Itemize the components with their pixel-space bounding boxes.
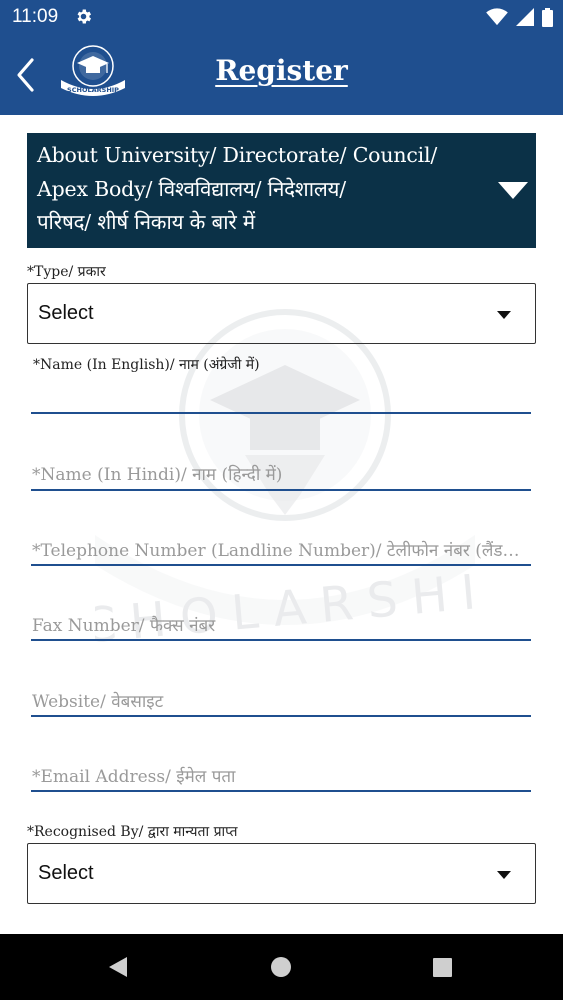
fax-input[interactable]: Fax Number/ फैक्स नंबर <box>31 611 531 643</box>
battery-icon <box>542 7 553 27</box>
status-bar: 11:09 <box>0 0 563 34</box>
wifi-icon <box>486 8 508 26</box>
nav-recents-icon[interactable] <box>433 958 452 977</box>
app-bar: SCHOLARSHIP Register <box>0 34 563 115</box>
svg-text:SCHOLARSHIP: SCHOLARSHIP <box>67 86 119 94</box>
settings-gear-icon <box>77 9 92 24</box>
name-hindi-underline <box>31 489 531 491</box>
email-underline <box>31 790 531 792</box>
name-hindi-placeholder: *Name (In Hindi)/ नाम (हिन्दी में) <box>32 465 283 485</box>
nav-home-icon[interactable] <box>271 957 291 977</box>
fax-underline <box>31 639 531 641</box>
status-time: 11:09 <box>12 6 59 27</box>
telephone-underline <box>31 564 531 566</box>
name-english-input[interactable] <box>31 380 531 416</box>
name-english-label: *Name (In English)/ नाम (अंग्रेजी में) <box>33 357 260 373</box>
dropdown-caret-icon <box>497 871 511 879</box>
website-input[interactable]: Website/ वेबसाइट <box>31 687 531 719</box>
telephone-placeholder: *Telephone Number (Landline Number)/ टेल… <box>32 541 530 561</box>
name-english-underline <box>31 412 531 414</box>
section-title: About University/ Directorate/ Council/ … <box>37 143 438 234</box>
type-select-value: Select <box>38 302 94 324</box>
website-placeholder: Website/ वेबसाइट <box>32 692 164 712</box>
name-hindi-input[interactable]: *Name (In Hindi)/ नाम (हिन्दी में) <box>31 460 531 492</box>
website-underline <box>31 715 531 717</box>
section-header-about[interactable]: About University/ Directorate/ Council/ … <box>27 133 536 248</box>
collapse-caret-icon[interactable] <box>498 182 528 199</box>
type-label: *Type/ प्रकार <box>27 264 106 280</box>
system-nav-bar <box>0 934 563 1000</box>
recognised-by-select-value: Select <box>38 862 94 884</box>
recognised-by-select[interactable]: Select <box>27 843 536 904</box>
nav-back-icon[interactable] <box>107 956 129 978</box>
telephone-input[interactable]: *Telephone Number (Landline Number)/ टेल… <box>31 536 531 568</box>
signal-icon <box>516 8 534 26</box>
email-placeholder: *Email Address/ ईमेल पता <box>32 767 236 787</box>
dropdown-caret-icon <box>497 311 511 319</box>
recognised-by-label: *Recognised By/ द्वारा मान्यता प्राप्त <box>27 824 238 840</box>
status-icons <box>486 7 553 27</box>
type-select[interactable]: Select <box>27 283 536 344</box>
page-title: Register <box>215 54 348 87</box>
email-input[interactable]: *Email Address/ ईमेल पता <box>31 762 531 794</box>
fax-placeholder: Fax Number/ फैक्स नंबर <box>32 616 216 636</box>
